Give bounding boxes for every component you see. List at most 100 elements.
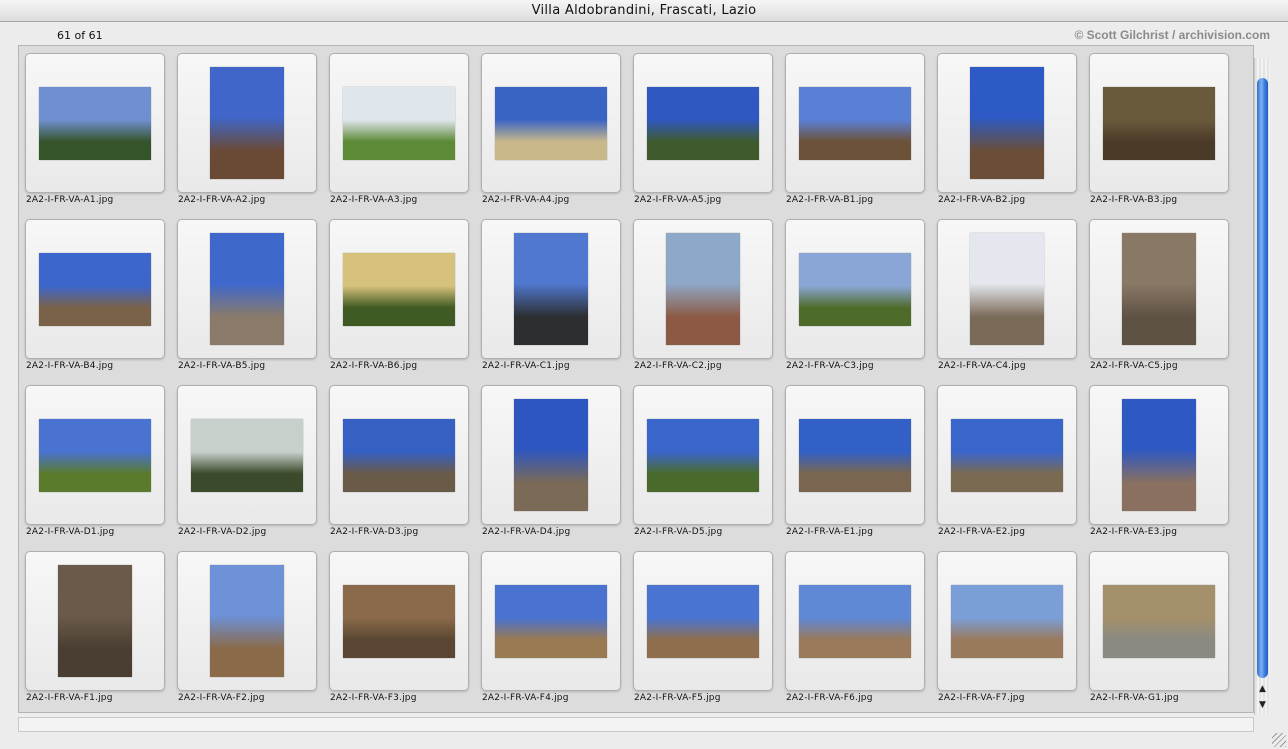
thumbnail-image[interactable] [951, 584, 1063, 658]
thumbnail-image[interactable] [970, 67, 1044, 179]
slide-mount[interactable] [25, 219, 165, 359]
thumbnail-cell[interactable]: 2A2-I-FR-VA-G1.jpg [1089, 551, 1229, 703]
slide-mount[interactable] [785, 551, 925, 691]
slide-mount[interactable] [25, 551, 165, 691]
thumbnail-image[interactable] [343, 86, 455, 160]
slide-mount[interactable] [329, 385, 469, 525]
thumbnail-cell[interactable]: 2A2-I-FR-VA-B2.jpg [937, 53, 1077, 205]
horizontal-scrollbar[interactable] [18, 717, 1254, 732]
slide-mount[interactable] [25, 385, 165, 525]
thumbnail-image[interactable] [191, 418, 303, 492]
thumbnail-cell[interactable]: 2A2-I-FR-VA-F7.jpg [937, 551, 1077, 703]
scroll-thumb[interactable] [1257, 78, 1268, 678]
slide-mount[interactable] [177, 53, 317, 193]
thumbnail-image[interactable] [970, 233, 1044, 345]
scroll-up-arrow-icon[interactable]: ▲ [1256, 683, 1269, 695]
thumbnail-cell[interactable]: 2A2-I-FR-VA-D2.jpg [177, 385, 317, 537]
thumbnail-cell[interactable]: 2A2-I-FR-VA-C4.jpg [937, 219, 1077, 371]
slide-mount[interactable] [481, 385, 621, 525]
thumbnail-image[interactable] [1122, 399, 1196, 511]
thumbnail-image[interactable] [1103, 86, 1215, 160]
thumbnail-cell[interactable]: 2A2-I-FR-VA-A3.jpg [329, 53, 469, 205]
slide-mount[interactable] [937, 219, 1077, 359]
thumbnail-cell[interactable]: 2A2-I-FR-VA-C5.jpg [1089, 219, 1229, 371]
thumbnail-image[interactable] [495, 86, 607, 160]
thumbnail-cell[interactable]: 2A2-I-FR-VA-C1.jpg [481, 219, 621, 371]
thumbnail-cell[interactable]: 2A2-I-FR-VA-C3.jpg [785, 219, 925, 371]
thumbnail-cell[interactable]: 2A2-I-FR-VA-F4.jpg [481, 551, 621, 703]
slide-mount[interactable] [937, 385, 1077, 525]
slide-mount[interactable] [1089, 551, 1229, 691]
slide-mount[interactable] [633, 551, 773, 691]
slide-mount[interactable] [937, 53, 1077, 193]
slide-mount[interactable] [1089, 219, 1229, 359]
thumbnail-image[interactable] [514, 399, 588, 511]
thumbnail-cell[interactable]: 2A2-I-FR-VA-A4.jpg [481, 53, 621, 205]
slide-mount[interactable] [937, 551, 1077, 691]
thumbnail-image[interactable] [666, 233, 740, 345]
thumbnail-cell[interactable]: 2A2-I-FR-VA-B1.jpg [785, 53, 925, 205]
thumbnail-cell[interactable]: 2A2-I-FR-VA-A1.jpg [25, 53, 165, 205]
thumbnail-image[interactable] [647, 86, 759, 160]
thumbnail-image[interactable] [39, 418, 151, 492]
slide-mount[interactable] [329, 53, 469, 193]
slide-mount[interactable] [481, 551, 621, 691]
resize-grip-icon[interactable] [1272, 733, 1286, 747]
thumbnail-cell[interactable]: 2A2-I-FR-VA-E1.jpg [785, 385, 925, 537]
thumbnail-image[interactable] [210, 565, 284, 677]
slide-mount[interactable] [633, 53, 773, 193]
slide-mount[interactable] [329, 219, 469, 359]
thumbnail-cell[interactable]: 2A2-I-FR-VA-D5.jpg [633, 385, 773, 537]
thumbnail-cell[interactable]: 2A2-I-FR-VA-B3.jpg [1089, 53, 1229, 205]
thumbnail-cell[interactable]: 2A2-I-FR-VA-D4.jpg [481, 385, 621, 537]
thumbnail-image[interactable] [514, 233, 588, 345]
slide-mount[interactable] [481, 53, 621, 193]
thumbnail-image[interactable] [799, 418, 911, 492]
slide-mount[interactable] [481, 219, 621, 359]
slide-mount[interactable] [329, 551, 469, 691]
thumbnail-cell[interactable]: 2A2-I-FR-VA-B6.jpg [329, 219, 469, 371]
slide-mount[interactable] [177, 551, 317, 691]
thumbnail-image[interactable] [343, 418, 455, 492]
scroll-down-arrow-icon[interactable]: ▼ [1256, 699, 1269, 711]
thumbnail-cell[interactable]: 2A2-I-FR-VA-F6.jpg [785, 551, 925, 703]
thumbnail-cell[interactable]: 2A2-I-FR-VA-F2.jpg [177, 551, 317, 703]
thumbnail-image[interactable] [343, 584, 455, 658]
thumbnail-image[interactable] [647, 418, 759, 492]
thumbnail-cell[interactable]: 2A2-I-FR-VA-D3.jpg [329, 385, 469, 537]
thumbnail-cell[interactable]: 2A2-I-FR-VA-C2.jpg [633, 219, 773, 371]
thumbnail-cell[interactable]: 2A2-I-FR-VA-A5.jpg [633, 53, 773, 205]
thumbnail-image[interactable] [39, 252, 151, 326]
thumbnail-image[interactable] [58, 565, 132, 677]
thumbnail-cell[interactable]: 2A2-I-FR-VA-E3.jpg [1089, 385, 1229, 537]
slide-mount[interactable] [633, 385, 773, 525]
thumbnail-image[interactable] [799, 86, 911, 160]
thumbnail-cell[interactable]: 2A2-I-FR-VA-B5.jpg [177, 219, 317, 371]
thumbnail-cell[interactable]: 2A2-I-FR-VA-F3.jpg [329, 551, 469, 703]
thumbnail-image[interactable] [39, 86, 151, 160]
thumbnail-cell[interactable]: 2A2-I-FR-VA-E2.jpg [937, 385, 1077, 537]
thumbnail-image[interactable] [495, 584, 607, 658]
slide-mount[interactable] [1089, 385, 1229, 525]
slide-mount[interactable] [25, 53, 165, 193]
slide-mount[interactable] [785, 53, 925, 193]
thumbnail-image[interactable] [951, 418, 1063, 492]
thumbnail-image[interactable] [210, 67, 284, 179]
thumbnail-cell[interactable]: 2A2-I-FR-VA-D1.jpg [25, 385, 165, 537]
thumbnail-image[interactable] [799, 252, 911, 326]
thumbnail-image[interactable] [1103, 584, 1215, 658]
thumbnail-image[interactable] [343, 252, 455, 326]
slide-mount[interactable] [785, 219, 925, 359]
thumbnail-cell[interactable]: 2A2-I-FR-VA-A2.jpg [177, 53, 317, 205]
thumbnail-cell[interactable]: 2A2-I-FR-VA-B4.jpg [25, 219, 165, 371]
thumbnail-image[interactable] [210, 233, 284, 345]
slide-mount[interactable] [633, 219, 773, 359]
vertical-scrollbar[interactable]: ▲ ▼ [1254, 58, 1270, 715]
thumbnail-image[interactable] [799, 584, 911, 658]
thumbnail-image[interactable] [1122, 233, 1196, 345]
slide-mount[interactable] [785, 385, 925, 525]
slide-mount[interactable] [1089, 53, 1229, 193]
slide-mount[interactable] [177, 385, 317, 525]
thumbnail-image[interactable] [647, 584, 759, 658]
slide-mount[interactable] [177, 219, 317, 359]
